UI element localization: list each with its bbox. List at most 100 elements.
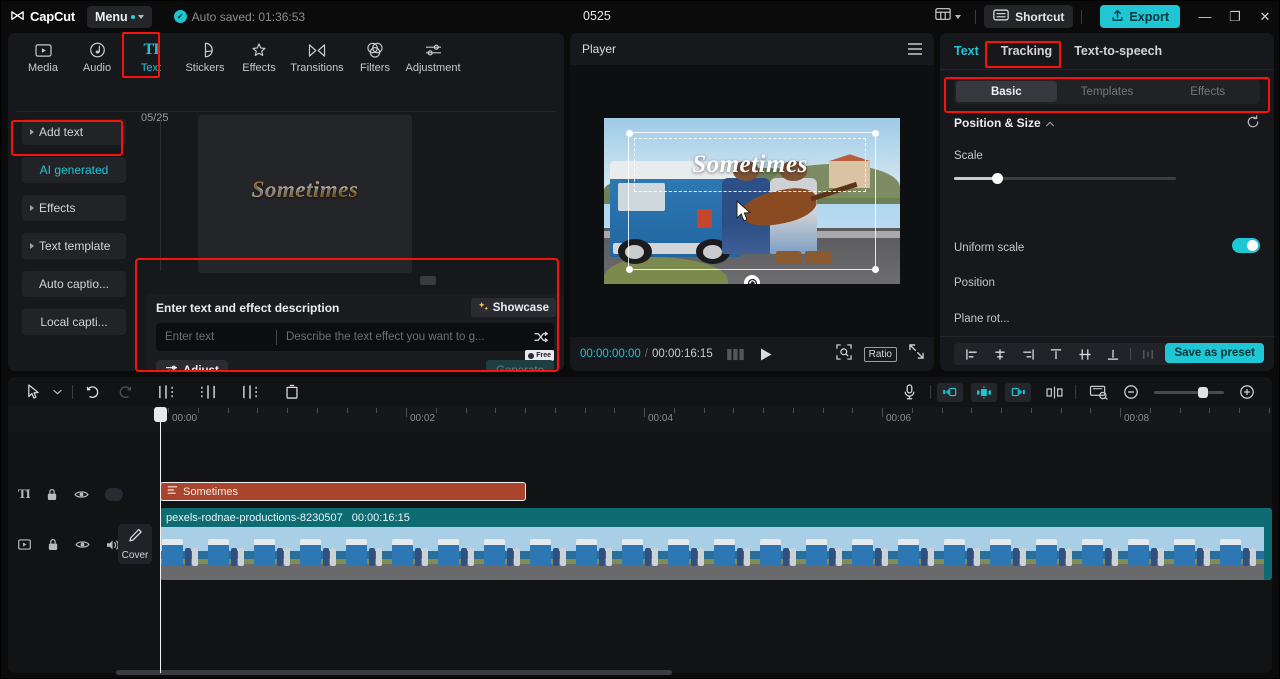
nav-tab-text[interactable]: TI Text [124, 37, 178, 74]
preview-sample-text: Sometimes [198, 177, 412, 203]
capcut-logo-icon [10, 9, 25, 24]
save-as-preset-button[interactable]: Save as preset [1165, 343, 1264, 363]
side-item-ai-generated[interactable]: AI generated [22, 157, 126, 183]
ai-effect-description-input[interactable]: Describe the text effect you want to g..… [277, 331, 528, 343]
chevron-right-icon [30, 243, 34, 249]
scale-slider[interactable] [954, 173, 1176, 184]
ai-text-input[interactable]: Enter text [156, 331, 276, 343]
fullscreen-icon[interactable] [909, 344, 924, 364]
crop-icon[interactable] [1082, 377, 1116, 407]
scale-slider-knob[interactable] [992, 173, 1003, 184]
segment-effects[interactable]: Effects [1157, 81, 1258, 102]
maximize-button[interactable]: ❐ [1220, 0, 1250, 33]
timeline-zoom-slider[interactable] [1154, 386, 1224, 398]
nav-tab-transitions[interactable]: Transitions [286, 37, 348, 74]
nav-tab-stickers[interactable]: Stickers [178, 37, 232, 74]
tab-text-to-speech[interactable]: Text-to-speech [1074, 44, 1162, 58]
text-icon: TI [143, 41, 160, 58]
close-button[interactable]: ✕ [1250, 0, 1280, 33]
segment-templates[interactable]: Templates [1057, 81, 1158, 102]
align-middle-v-icon[interactable] [1071, 343, 1099, 365]
undo-icon[interactable] [79, 377, 109, 407]
timeline-zoom-knob[interactable] [1198, 386, 1208, 398]
rotate-handle[interactable] [744, 275, 760, 284]
text-effect-preview-card[interactable]: Sometimes [198, 115, 412, 273]
keyframe-next-icon[interactable] [1005, 382, 1031, 402]
preview-more-button[interactable] [420, 276, 436, 285]
redo-icon[interactable] [109, 377, 139, 407]
delete-icon[interactable] [277, 377, 307, 407]
lock-icon[interactable] [47, 538, 59, 551]
resize-handle-top-right[interactable] [871, 129, 879, 137]
align-center-h-icon[interactable] [986, 343, 1014, 365]
play-button[interactable] [759, 347, 773, 362]
segment-basic[interactable]: Basic [956, 81, 1057, 102]
generate-button[interactable]: Generate [486, 360, 554, 371]
track-color-pill[interactable] [104, 487, 123, 501]
eye-icon[interactable] [74, 489, 89, 500]
video-preview[interactable]: Sometimes [604, 118, 900, 284]
zoom-fit-icon[interactable] [835, 343, 852, 365]
nav-tab-filters[interactable]: Filters [348, 37, 402, 74]
timeline-playhead[interactable] [154, 407, 167, 673]
minimize-button[interactable]: — [1190, 0, 1220, 33]
position-size-section-header[interactable]: Position & Size [954, 116, 1054, 130]
timeline-ruler[interactable]: 00:00 00:02 00:04 00:06 00:08 [8, 407, 1272, 432]
text-clip[interactable]: Sometimes [160, 482, 526, 501]
record-icon[interactable] [894, 377, 924, 407]
ratio-button[interactable]: Ratio [863, 346, 897, 362]
nav-tab-media[interactable]: Media [16, 37, 70, 74]
tab-text[interactable]: Text [954, 44, 979, 58]
resize-handle-bottom-right[interactable] [871, 265, 879, 273]
video-clip[interactable]: pexels-rodnae-productions-8230507 00:00:… [160, 508, 1272, 580]
tab-tracking[interactable]: Tracking [1001, 44, 1052, 58]
shortcut-button[interactable]: Shortcut [984, 5, 1074, 28]
playhead-handle[interactable] [154, 407, 167, 422]
keyframe-add-icon[interactable] [971, 382, 997, 402]
keyframe-prev-icon[interactable] [937, 382, 963, 402]
trim-left-icon[interactable] [193, 377, 223, 407]
zoom-in-icon[interactable] [1232, 377, 1262, 407]
video-thumbnail [620, 527, 666, 580]
menu-button[interactable]: Menu [87, 5, 152, 28]
nav-tab-adjustment[interactable]: Adjustment [402, 37, 464, 74]
showcase-button[interactable]: Showcase [470, 298, 556, 317]
eye-icon[interactable] [75, 539, 90, 550]
timeline-horizontal-scrollbar[interactable] [116, 670, 672, 675]
cover-button[interactable]: Cover [118, 524, 152, 564]
side-item-effects[interactable]: Effects [22, 195, 126, 221]
export-button[interactable]: Export [1100, 5, 1180, 28]
text-bounding-box[interactable]: Sometimes [634, 138, 866, 192]
resize-handle-bottom-left[interactable] [625, 265, 633, 273]
export-label: Export [1129, 9, 1169, 24]
nav-tab-effects[interactable]: Effects [232, 37, 286, 74]
player-menu-icon[interactable] [908, 43, 922, 55]
side-item-text-template[interactable]: Text template [22, 233, 126, 259]
frame-view-icon[interactable] [726, 348, 745, 361]
select-tool-icon[interactable] [18, 377, 48, 407]
align-top-icon[interactable] [1042, 343, 1070, 365]
adjust-button[interactable]: Adjust [156, 360, 228, 371]
video-thumbnail [804, 527, 850, 580]
distribute-h-icon[interactable] [1134, 343, 1162, 365]
text-track-icon: TI [18, 486, 31, 501]
split-icon[interactable] [151, 377, 181, 407]
side-item-add-text[interactable]: Add text [22, 119, 126, 145]
mirror-icon[interactable] [1039, 377, 1069, 407]
align-left-icon[interactable] [958, 343, 986, 365]
side-item-auto-captions[interactable]: Auto captio... [22, 271, 126, 297]
align-bottom-icon[interactable] [1099, 343, 1127, 365]
uniform-scale-toggle[interactable] [1232, 238, 1260, 253]
resize-handle-top-left[interactable] [625, 129, 633, 137]
reset-icon[interactable] [1246, 115, 1260, 134]
tool-dropdown-icon[interactable] [48, 377, 66, 407]
side-item-local-captions[interactable]: Local capti... [22, 309, 126, 335]
zoom-out-icon[interactable] [1116, 377, 1146, 407]
lock-icon[interactable] [46, 488, 58, 501]
shuffle-icon[interactable] [528, 331, 554, 343]
nav-tab-audio[interactable]: Audio [70, 37, 124, 74]
trim-right-icon[interactable] [235, 377, 265, 407]
layout-switch-button[interactable] [929, 7, 967, 26]
align-right-icon[interactable] [1014, 343, 1042, 365]
video-thumbnail [896, 527, 942, 580]
